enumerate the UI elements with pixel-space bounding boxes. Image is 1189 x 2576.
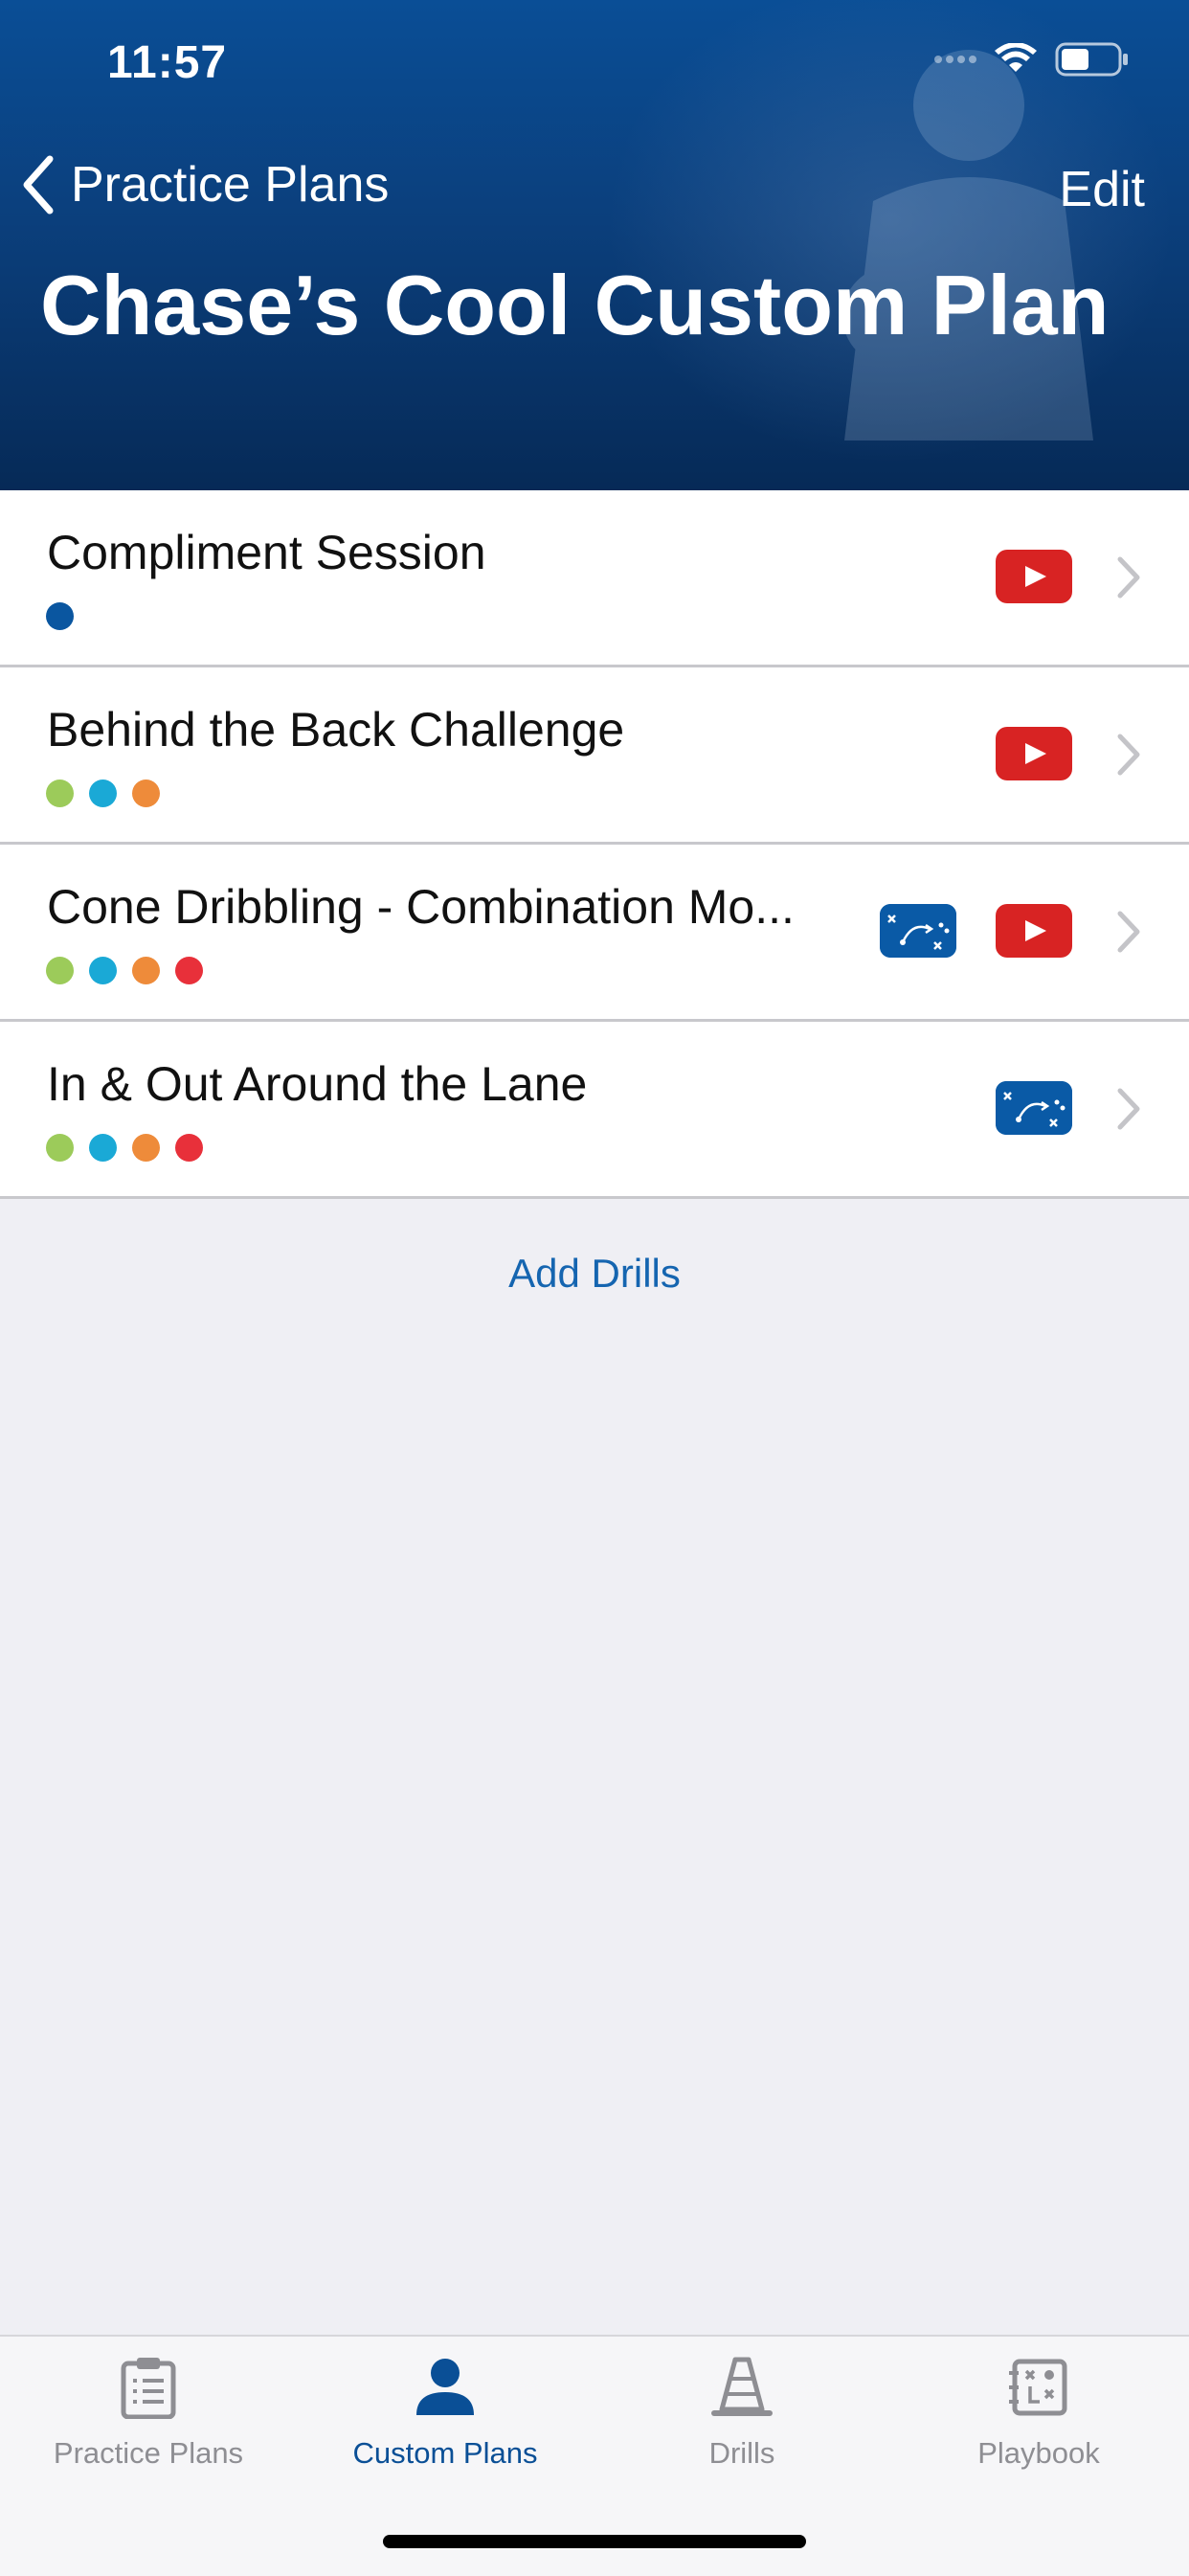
skill-dot bbox=[46, 602, 74, 630]
skill-dot bbox=[46, 780, 74, 807]
battery-icon bbox=[1055, 42, 1128, 77]
tab-drills[interactable]: Drills bbox=[594, 2337, 890, 2499]
cellular-signal-icon bbox=[934, 56, 976, 63]
skill-dots bbox=[46, 602, 74, 630]
drill-title: Behind the Back Challenge bbox=[47, 703, 625, 757]
skill-dot bbox=[132, 780, 160, 807]
skill-dots bbox=[46, 1134, 203, 1162]
status-icons bbox=[934, 42, 1130, 77]
header-banner: 11:57 Practice Plans Edit Chase’s Cool C… bbox=[0, 0, 1189, 490]
drill-row[interactable]: Compliment Session bbox=[0, 490, 1189, 667]
drill-title: In & Out Around the Lane bbox=[47, 1057, 588, 1111]
skill-dot bbox=[46, 957, 74, 984]
skill-dot bbox=[89, 957, 117, 984]
skill-dot bbox=[175, 957, 203, 984]
video-play-icon[interactable] bbox=[996, 550, 1072, 603]
drill-row[interactable]: Cone Dribbling - Combination Mo... bbox=[0, 845, 1189, 1022]
cone-icon bbox=[711, 2357, 773, 2416]
skill-dot bbox=[132, 1134, 160, 1162]
wifi-icon bbox=[995, 43, 1037, 72]
chevron-right-icon bbox=[1117, 1088, 1140, 1130]
home-indicator bbox=[383, 2535, 806, 2548]
back-button[interactable]: Practice Plans bbox=[21, 155, 389, 215]
drill-list: Compliment Session Behind the Back Chall… bbox=[0, 490, 1189, 1199]
video-play-icon[interactable] bbox=[996, 727, 1072, 780]
tab-label: Playbook bbox=[977, 2436, 1100, 2470]
chevron-right-icon bbox=[1117, 734, 1140, 776]
video-play-icon[interactable] bbox=[996, 904, 1072, 958]
skill-dot bbox=[46, 1134, 74, 1162]
tab-label: Drills bbox=[708, 2436, 775, 2470]
skill-dot bbox=[89, 780, 117, 807]
skill-dot bbox=[89, 1134, 117, 1162]
chevron-right-icon bbox=[1117, 911, 1140, 953]
drill-row[interactable]: Behind the Back Challenge bbox=[0, 667, 1189, 845]
tab-practice-plans[interactable]: Practice Plans bbox=[0, 2337, 297, 2499]
tab-label: Practice Plans bbox=[53, 2436, 244, 2470]
drill-row[interactable]: In & Out Around the Lane bbox=[0, 1022, 1189, 1199]
clipboard-icon bbox=[121, 2358, 176, 2419]
tab-custom-plans[interactable]: Custom Plans bbox=[297, 2337, 594, 2499]
edit-button[interactable]: Edit bbox=[1059, 161, 1145, 218]
playbook-diagram-icon[interactable] bbox=[996, 1081, 1072, 1135]
skill-dot bbox=[132, 957, 160, 984]
tab-label: Custom Plans bbox=[352, 2436, 538, 2470]
drill-title: Compliment Session bbox=[47, 526, 486, 579]
page-title: Chase’s Cool Custom Plan bbox=[40, 258, 1110, 352]
add-drills-button[interactable]: Add Drills bbox=[0, 1251, 1189, 1297]
playbook-icon bbox=[1009, 2359, 1067, 2416]
skill-dots bbox=[46, 780, 160, 807]
playbook-diagram-icon[interactable] bbox=[880, 904, 956, 958]
chevron-right-icon bbox=[1117, 556, 1140, 599]
person-icon bbox=[416, 2359, 474, 2415]
tab-playbook[interactable]: Playbook bbox=[890, 2337, 1187, 2499]
back-button-label: Practice Plans bbox=[71, 157, 390, 213]
skill-dots bbox=[46, 957, 203, 984]
skill-dot bbox=[175, 1134, 203, 1162]
chevron-left-icon bbox=[23, 155, 54, 215]
drill-title: Cone Dribbling - Combination Mo... bbox=[47, 880, 795, 934]
status-time: 11:57 bbox=[107, 37, 228, 88]
